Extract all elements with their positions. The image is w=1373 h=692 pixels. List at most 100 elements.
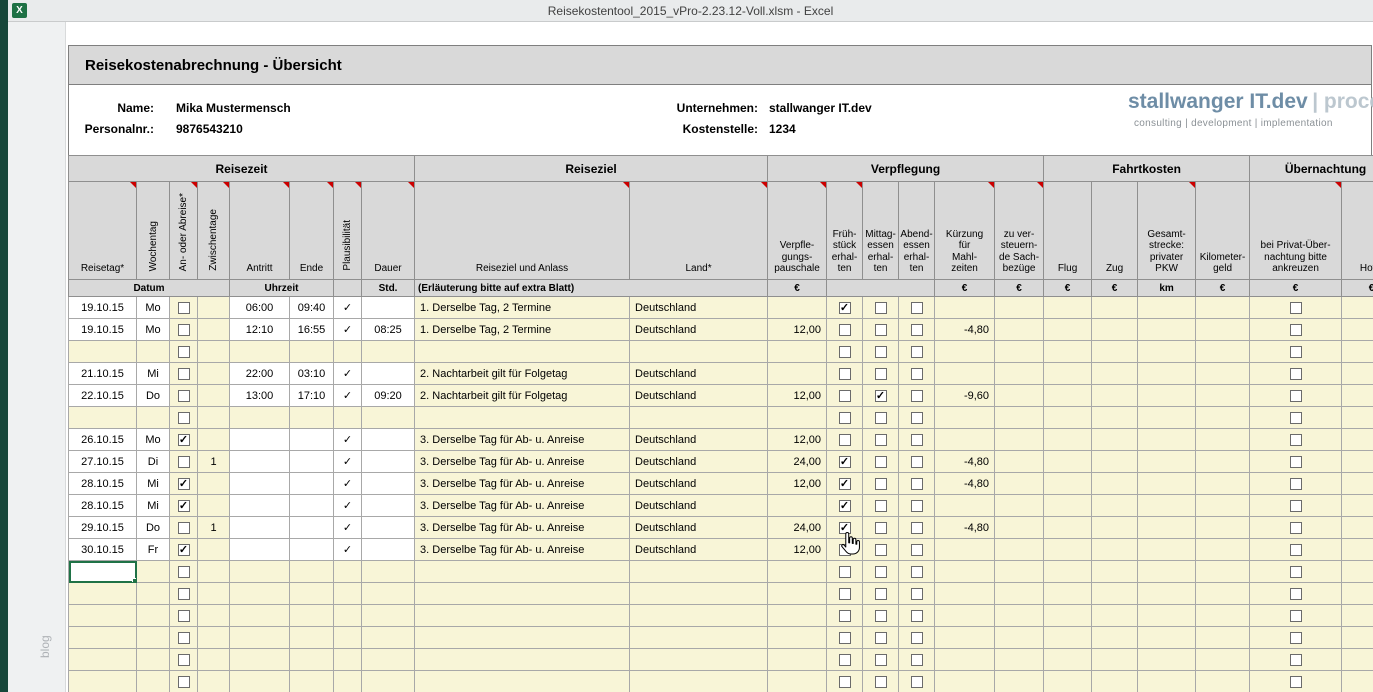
cell-flug[interactable]: [1044, 297, 1092, 319]
cell-zw[interactable]: [198, 473, 230, 495]
cell-priv[interactable]: [1250, 583, 1342, 605]
checkbox-lu[interactable]: [875, 302, 887, 314]
cell-hotel[interactable]: [1342, 495, 1373, 517]
cell-dest[interactable]: [415, 407, 630, 429]
cell-tax[interactable]: [995, 429, 1044, 451]
cell-plaus[interactable]: ✓: [334, 539, 362, 561]
cell-zug[interactable]: [1092, 627, 1138, 649]
cell-tax[interactable]: [995, 583, 1044, 605]
cell-kmgeld[interactable]: [1196, 407, 1250, 429]
cell-start[interactable]: [230, 341, 290, 363]
cell-tax[interactable]: [995, 517, 1044, 539]
cell-anab[interactable]: [170, 319, 198, 341]
checkbox-priv[interactable]: [1290, 302, 1302, 314]
cell-tax[interactable]: [995, 649, 1044, 671]
cell-flug[interactable]: [1044, 473, 1092, 495]
cell-flug[interactable]: [1044, 407, 1092, 429]
cell-hotel[interactable]: [1342, 605, 1373, 627]
checkbox-lu[interactable]: [875, 588, 887, 600]
cell-dest[interactable]: 3. Derselbe Tag für Ab- u. Anreise: [415, 429, 630, 451]
cell-cut[interactable]: [935, 297, 995, 319]
checkbox-di[interactable]: [911, 368, 923, 380]
cell-date[interactable]: 22.10.15: [69, 385, 137, 407]
cell-cut[interactable]: [935, 671, 995, 692]
checkbox-di[interactable]: [911, 522, 923, 534]
cell-zw[interactable]: [198, 495, 230, 517]
cell-dur[interactable]: [362, 473, 415, 495]
checkbox-bf[interactable]: [839, 632, 851, 644]
cell-end[interactable]: 03:10: [290, 363, 334, 385]
checkbox-priv[interactable]: [1290, 412, 1302, 424]
cell-flug[interactable]: [1044, 429, 1092, 451]
checkbox-priv[interactable]: [1290, 588, 1302, 600]
cell-priv[interactable]: [1250, 517, 1342, 539]
cell-end[interactable]: [290, 671, 334, 692]
cell-zw[interactable]: [198, 649, 230, 671]
column-header-dest[interactable]: Reiseziel und Anlass: [415, 182, 630, 280]
checkbox-anab[interactable]: [178, 390, 190, 402]
cell-end[interactable]: [290, 407, 334, 429]
cell-anab[interactable]: [170, 451, 198, 473]
column-header-dist[interactable]: Gesamt- strecke: privater PKW: [1138, 182, 1196, 280]
cell-priv[interactable]: [1250, 627, 1342, 649]
checkbox-priv[interactable]: [1290, 522, 1302, 534]
cell-tax[interactable]: [995, 319, 1044, 341]
cell-kmgeld[interactable]: [1196, 517, 1250, 539]
checkbox-lu[interactable]: [875, 610, 887, 622]
cell-start[interactable]: [230, 671, 290, 692]
cell-bf[interactable]: [827, 561, 863, 583]
cell-flug[interactable]: [1044, 561, 1092, 583]
cell-cut[interactable]: -4,80: [935, 319, 995, 341]
cell-di[interactable]: [899, 671, 935, 692]
cell-plaus[interactable]: ✓: [334, 495, 362, 517]
cell-allow[interactable]: 12,00: [768, 539, 827, 561]
cell-tax[interactable]: [995, 363, 1044, 385]
cell-lu[interactable]: [863, 319, 899, 341]
cell-dist[interactable]: [1138, 517, 1196, 539]
cell-zug[interactable]: [1092, 561, 1138, 583]
cell-lu[interactable]: [863, 451, 899, 473]
cell-plaus[interactable]: ✓: [334, 297, 362, 319]
cell-day[interactable]: Di: [137, 451, 170, 473]
cell-tax[interactable]: [995, 605, 1044, 627]
checkbox-anab[interactable]: [178, 522, 190, 534]
checkbox-di[interactable]: [911, 610, 923, 622]
cell-dist[interactable]: [1138, 605, 1196, 627]
cell-date[interactable]: [69, 649, 137, 671]
cell-land[interactable]: Deutschland: [630, 473, 768, 495]
cell-plaus[interactable]: ✓: [334, 363, 362, 385]
cell-dest[interactable]: 2. Nachtarbeit gilt für Folgetag: [415, 385, 630, 407]
cell-day[interactable]: Mi: [137, 363, 170, 385]
cell-flug[interactable]: [1044, 319, 1092, 341]
cell-zw[interactable]: [198, 297, 230, 319]
cell-zug[interactable]: [1092, 297, 1138, 319]
cell-kmgeld[interactable]: [1196, 627, 1250, 649]
cell-dest[interactable]: 3. Derselbe Tag für Ab- u. Anreise: [415, 473, 630, 495]
cell-plaus[interactable]: ✓: [334, 473, 362, 495]
checkbox-lu[interactable]: [875, 654, 887, 666]
cell-bf[interactable]: [827, 407, 863, 429]
cell-plaus[interactable]: [334, 561, 362, 583]
cell-di[interactable]: [899, 495, 935, 517]
checkbox-lu[interactable]: [875, 676, 887, 688]
cell-day[interactable]: Mo: [137, 429, 170, 451]
cell-land[interactable]: [630, 605, 768, 627]
cell-hotel[interactable]: [1342, 473, 1373, 495]
checkbox-bf[interactable]: [839, 566, 851, 578]
cell-lu[interactable]: [863, 473, 899, 495]
cell-land[interactable]: Deutschland: [630, 451, 768, 473]
checkbox-bf[interactable]: [839, 434, 851, 446]
cell-anab[interactable]: ✓: [170, 473, 198, 495]
checkbox-bf[interactable]: [839, 588, 851, 600]
cell-anab[interactable]: [170, 407, 198, 429]
cell-land[interactable]: Deutschland: [630, 429, 768, 451]
cell-anab[interactable]: [170, 583, 198, 605]
cell-dest[interactable]: 3. Derselbe Tag für Ab- u. Anreise: [415, 517, 630, 539]
cell-dest[interactable]: [415, 341, 630, 363]
cell-flug[interactable]: [1044, 385, 1092, 407]
cell-zug[interactable]: [1092, 363, 1138, 385]
cell-lu[interactable]: [863, 517, 899, 539]
cell-date[interactable]: 21.10.15: [69, 363, 137, 385]
cell-dist[interactable]: [1138, 385, 1196, 407]
cell-plaus[interactable]: [334, 649, 362, 671]
